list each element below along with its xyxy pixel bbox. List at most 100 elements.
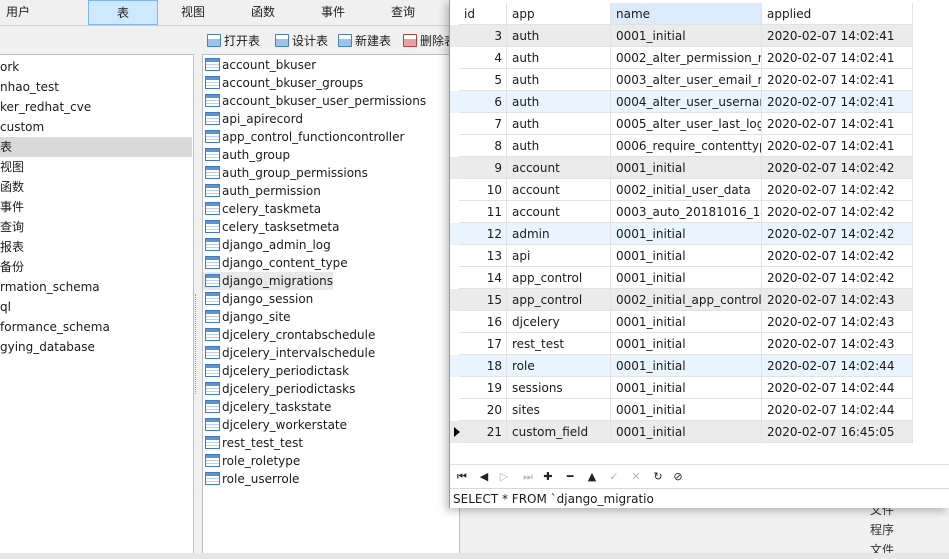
table-row[interactable]: 12 admin 0001_initial 2020-02-07 14:02:42 <box>450 223 913 245</box>
table-row[interactable]: 8auth0006_require_contenttypes_00022020-… <box>450 135 913 157</box>
tab-1[interactable]: 表 <box>88 0 158 25</box>
table-row[interactable]: 5auth0003_alter_user_email_max_length202… <box>450 69 913 91</box>
panel-splitter[interactable] <box>194 54 202 559</box>
cell-id[interactable]: 4 <box>459 47 507 69</box>
table-list-item[interactable]: account_bkuser_user_permissions <box>203 92 426 110</box>
column-header-applied[interactable]: applied <box>762 3 913 25</box>
table-list-item[interactable]: djcelery_periodictask <box>203 362 349 380</box>
tree-node[interactable]: custom <box>0 117 192 137</box>
cell-name[interactable]: 0002_initial_user_data <box>611 179 762 201</box>
cell-name[interactable]: 0006_require_contenttypes_0002 <box>611 135 762 157</box>
tree-node[interactable]: 报表 <box>0 237 192 257</box>
check-icon[interactable]: ✓ <box>606 469 622 485</box>
cell-app[interactable]: rest_test <box>507 333 611 355</box>
cell-app[interactable]: djcelery <box>507 311 611 333</box>
tree-node[interactable]: rmation_schema <box>0 277 192 297</box>
tree-node[interactable]: ql <box>0 297 192 317</box>
cell-applied[interactable]: 2020-02-07 14:02:42 <box>762 179 913 201</box>
cell-app[interactable]: app_control <box>507 267 611 289</box>
tree-node[interactable]: 备份 <box>0 257 192 277</box>
refresh-icon[interactable]: ↻ <box>650 469 666 485</box>
cell-app[interactable]: app_control <box>507 289 611 311</box>
table-row[interactable]: 16 djcelery 0001_initial 2020-02-07 14:02:4… <box>450 311 913 333</box>
table-row[interactable]: 13 api 0001_initial 2020-02-07 14:02:42 <box>450 245 913 267</box>
tree-node[interactable]: 查询 <box>0 217 192 237</box>
table-row[interactable]: 14 app_control 0001_initial 2020-02-07 14:0… <box>450 267 913 289</box>
cell-name[interactable]: 0001_initial <box>611 267 762 289</box>
table-list-item[interactable]: django_migrations <box>203 272 334 290</box>
last-icon[interactable]: ⏭ <box>520 469 536 485</box>
tree-node[interactable]: 事件 <box>0 197 192 217</box>
table-list-item[interactable]: djcelery_periodictasks <box>203 380 355 398</box>
cell-app[interactable]: auth <box>507 135 611 157</box>
table-list-item[interactable]: role_userrole <box>203 470 299 488</box>
table-row[interactable]: 6auth0004_alter_user_username_opts2020-0… <box>450 91 913 113</box>
cell-applied[interactable]: 2020-02-07 14:02:42 <box>762 245 913 267</box>
tab-4[interactable]: 事件 <box>298 0 368 25</box>
cell-applied[interactable]: 2020-02-07 14:02:42 <box>762 267 913 289</box>
cell-id[interactable]: 14 <box>459 267 507 289</box>
cell-applied[interactable]: 2020-02-07 14:02:42 <box>762 157 913 179</box>
tree-node[interactable]: 函数 <box>0 177 192 197</box>
table-row[interactable]: 21 custom_field 0001_initial 2020-02-07 16:… <box>450 421 913 443</box>
table-row[interactable]: 10 account 0002_initial_user_data 2020-02-0… <box>450 179 913 201</box>
cell-name[interactable]: 0001_initial <box>611 311 762 333</box>
table-row[interactable]: 18 role 0001_initial 2020-02-07 14:02:44 <box>450 355 913 377</box>
table-list-item[interactable]: django_session <box>203 290 313 308</box>
stop-icon[interactable]: ⊘ <box>670 469 686 485</box>
table-list-item[interactable]: djcelery_taskstate <box>203 398 331 416</box>
column-header-name[interactable]: name <box>611 3 762 25</box>
table-list-item[interactable]: auth_group <box>203 146 290 164</box>
tree-node[interactable]: ork <box>0 57 192 77</box>
new-table-button[interactable]: 新建表 <box>335 30 391 52</box>
table-list-item[interactable]: auth_permission <box>203 182 321 200</box>
cell-id[interactable]: 21 <box>459 421 507 443</box>
table-list-item[interactable]: celery_taskmeta <box>203 200 321 218</box>
cell-app[interactable]: sites <box>507 399 611 421</box>
table-list-item[interactable]: django_admin_log <box>203 236 331 254</box>
cell-id[interactable]: 13 <box>459 245 507 267</box>
table-list-item[interactable]: djcelery_workerstate <box>203 416 347 434</box>
cell-app[interactable]: role <box>507 355 611 377</box>
cell-app[interactable]: custom_field <box>507 421 611 443</box>
prev-icon[interactable]: ◀ <box>476 469 492 485</box>
design-table-button[interactable]: 设计表 <box>272 30 328 52</box>
cell-name[interactable]: 0001_initial <box>611 245 762 267</box>
cell-name[interactable]: 0004_alter_user_username_opts <box>611 91 762 113</box>
cell-id[interactable]: 18 <box>459 355 507 377</box>
cell-applied[interactable]: 2020-02-07 14:02:42 <box>762 223 913 245</box>
cell-applied[interactable]: 2020-02-07 14:02:41 <box>762 25 913 47</box>
column-header-app[interactable]: app <box>507 3 611 25</box>
table-row[interactable]: 15 app_control 0002_initial_app_control 202… <box>450 289 913 311</box>
tree-node[interactable]: 视图 <box>0 157 192 177</box>
cell-name[interactable]: 0001_initial <box>611 399 762 421</box>
cell-name[interactable]: 0003_auto_20181016_1433 <box>611 201 762 223</box>
cell-app[interactable]: account <box>507 201 611 223</box>
table-row[interactable]: 11account0003_auto_20181016_14332020-02-… <box>450 201 913 223</box>
table-list-item[interactable]: django_content_type <box>203 254 348 272</box>
open-table-button[interactable]: 打开表 <box>204 30 260 52</box>
cell-app[interactable]: admin <box>507 223 611 245</box>
cell-id[interactable]: 11 <box>459 201 507 223</box>
cell-id[interactable]: 8 <box>459 135 507 157</box>
cell-name[interactable]: 0001_initial <box>611 157 762 179</box>
tab-2[interactable]: 视图 <box>158 0 228 25</box>
table-list-item[interactable]: auth_group_permissions <box>203 164 368 182</box>
cell-app[interactable]: auth <box>507 91 611 113</box>
cell-id[interactable]: 16 <box>459 311 507 333</box>
bottom-scrollbar[interactable] <box>0 553 949 559</box>
table-list-item[interactable]: account_bkuser <box>203 56 316 74</box>
cell-app[interactable]: api <box>507 245 611 267</box>
cell-applied[interactable]: 2020-02-07 14:02:41 <box>762 113 913 135</box>
cell-id[interactable]: 19 <box>459 377 507 399</box>
cell-id[interactable]: 6 <box>459 91 507 113</box>
table-list-item[interactable]: celery_tasksetmeta <box>203 218 339 236</box>
cell-app[interactable]: account <box>507 157 611 179</box>
cell-name[interactable]: 0001_initial <box>611 355 762 377</box>
tree-node[interactable]: gying_database <box>0 337 192 357</box>
cell-id[interactable]: 12 <box>459 223 507 245</box>
cell-applied[interactable]: 2020-02-07 14:02:41 <box>762 47 913 69</box>
cell-id[interactable]: 10 <box>459 179 507 201</box>
cell-id[interactable]: 3 <box>459 25 507 47</box>
cell-id[interactable]: 17 <box>459 333 507 355</box>
